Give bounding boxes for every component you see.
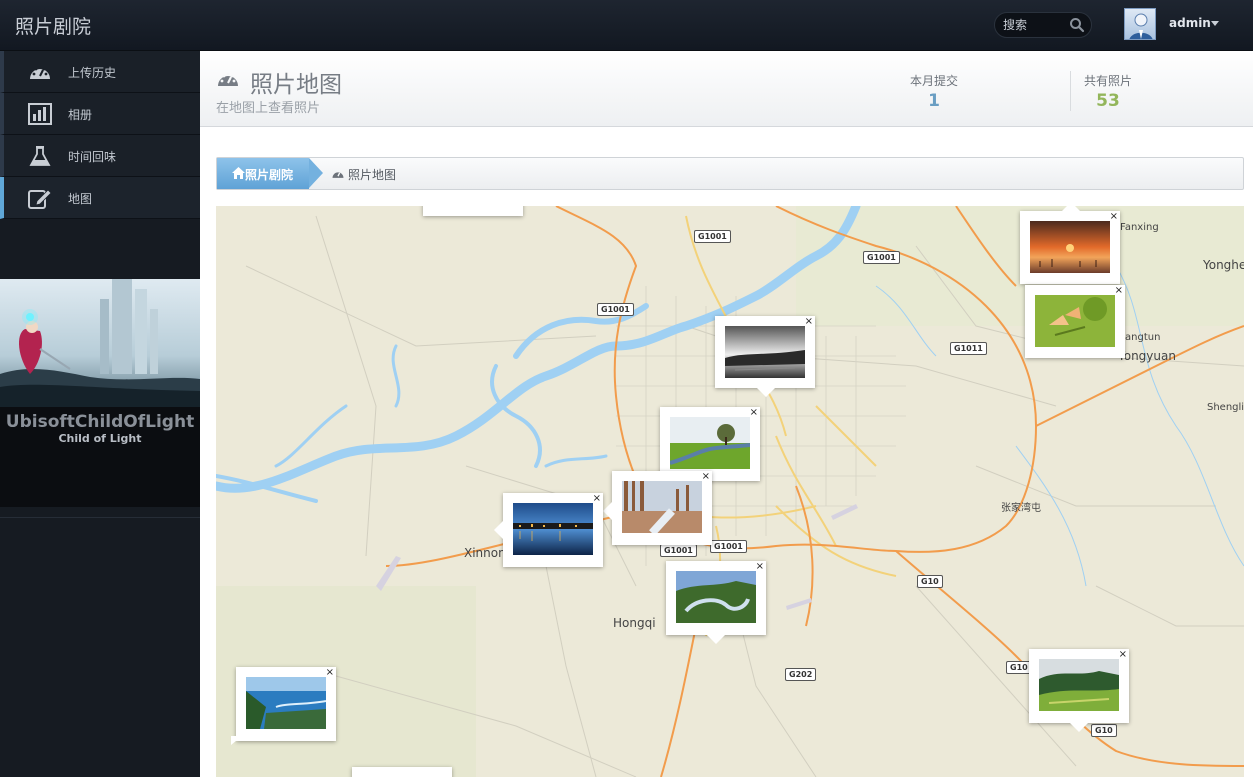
close-icon[interactable]: ×	[756, 561, 764, 573]
page-header: 照片地图 在地图上查看照片 本月提交 1 共有照片 53	[200, 51, 1253, 127]
search-input[interactable]	[1003, 17, 1063, 33]
photo-thumbnail[interactable]	[513, 503, 593, 555]
top-navbar: 照片剧院 admin	[0, 0, 1253, 51]
avatar[interactable]	[1124, 8, 1156, 40]
photo-thumbnail[interactable]	[246, 677, 326, 729]
banner-subtitle: Child of Light	[58, 432, 142, 445]
bar-chart-icon	[28, 103, 52, 125]
close-icon[interactable]: ×	[702, 471, 710, 483]
marker-pointer	[231, 736, 242, 745]
road-shield: G1001	[660, 544, 697, 557]
place-label: Yonghe	[1203, 258, 1244, 272]
dashboard-icon	[218, 72, 238, 86]
marker-pointer	[603, 502, 612, 520]
search-box	[994, 12, 1092, 38]
place-label: angtun	[1125, 332, 1161, 343]
road-shield: G10	[1006, 661, 1032, 674]
photo-marker[interactable]: ×	[1025, 285, 1125, 358]
sidebar: 上传历史 相册 时间回味 地图 UbisoftChildOfLight Chil…	[0, 51, 200, 777]
sidebar-item-time[interactable]: 时间回味	[0, 135, 200, 177]
sidebar-item-upload-history[interactable]: 上传历史	[0, 51, 200, 93]
sidebar-item-map[interactable]: 地图	[0, 177, 200, 219]
dashboard-icon	[30, 65, 50, 79]
road-shield: G10	[1091, 724, 1117, 737]
sidebar-item-albums[interactable]: 相册	[0, 93, 200, 135]
close-icon[interactable]: ×	[805, 316, 813, 328]
road-shield: G1001	[597, 303, 634, 316]
stat-value: 1	[928, 91, 940, 111]
stat-label: 本月提交	[909, 74, 958, 88]
sidebar-item-label: 相册	[68, 108, 93, 122]
photo-thumbnail[interactable]	[725, 326, 805, 378]
marker-pointer	[1062, 206, 1080, 211]
marker-pointer	[494, 521, 503, 539]
stat-label: 共有照片	[1083, 74, 1132, 88]
page-subtitle: 在地图上查看照片	[216, 101, 321, 116]
user-name[interactable]: admin	[1169, 16, 1211, 30]
sidebar-divider	[0, 517, 200, 518]
photo-marker[interactable]: ×	[660, 407, 760, 481]
stat-value: 53	[1096, 91, 1120, 111]
road-shield: G1011	[950, 342, 987, 355]
marker-pointer	[1070, 723, 1088, 732]
photo-marker[interactable]	[352, 767, 452, 777]
stat-total-photos: 共有照片 53	[1068, 72, 1148, 111]
place-label: Fanxing	[1120, 222, 1159, 233]
dashboard-icon	[332, 172, 344, 178]
sidebar-item-label: 时间回味	[68, 150, 117, 164]
edit-icon	[28, 189, 52, 209]
chevron-down-icon[interactable]	[1211, 21, 1219, 26]
photo-thumbnail[interactable]	[1030, 221, 1110, 273]
marker-pointer	[757, 388, 775, 397]
stat-monthly-submissions: 本月提交 1	[894, 72, 974, 111]
banner-title: UbisoftChildOfLight	[5, 412, 195, 432]
photo-marker[interactable]: ×	[1020, 211, 1120, 284]
breadcrumb-separator	[309, 158, 323, 188]
road-shield: G1001	[863, 251, 900, 264]
road-shield: G10	[917, 575, 943, 588]
breadcrumb-home[interactable]: 照片剧院	[217, 158, 309, 189]
photo-marker[interactable]: ×	[503, 493, 603, 567]
photo-thumbnail[interactable]	[1035, 295, 1115, 347]
close-icon[interactable]: ×	[593, 493, 601, 505]
home-icon	[232, 167, 245, 179]
breadcrumb: 照片剧院 照片地图	[216, 157, 1244, 190]
app-brand[interactable]: 照片剧院	[15, 12, 91, 39]
marker-pointer	[707, 635, 725, 644]
photo-map[interactable]: Fanxing Yonghe angtun Yongyuan Shengli 张…	[216, 206, 1244, 777]
close-icon[interactable]: ×	[750, 407, 758, 419]
photo-marker[interactable]	[423, 206, 523, 216]
photo-marker[interactable]: ×	[715, 316, 815, 388]
photo-marker[interactable]: ×	[1029, 649, 1129, 723]
sidebar-item-label: 上传历史	[68, 66, 117, 80]
road-shield: G1001	[694, 230, 731, 243]
photo-thumbnail[interactable]	[670, 417, 750, 469]
breadcrumb-home-label: 照片剧院	[245, 168, 294, 182]
road-shield: G1001	[710, 540, 747, 553]
close-icon[interactable]: ×	[326, 667, 334, 679]
flask-icon	[29, 146, 51, 166]
place-label: Hongqi	[613, 616, 656, 630]
photo-marker[interactable]: ×	[666, 561, 766, 635]
sidebar-banner: UbisoftChildOfLight Child of Light	[0, 279, 200, 507]
search-icon[interactable]	[1069, 17, 1085, 33]
place-label: Shengli	[1207, 402, 1244, 413]
photo-marker[interactable]: ×	[612, 471, 712, 545]
photo-thumbnail[interactable]	[1039, 659, 1119, 711]
place-label: Xinnon	[464, 546, 506, 560]
close-icon[interactable]: ×	[1110, 211, 1118, 223]
banner-artwork	[0, 279, 200, 407]
breadcrumb-current: 照片地图	[348, 168, 397, 182]
place-label: 张家湾屯	[1001, 503, 1041, 514]
photo-marker[interactable]: ×	[236, 667, 336, 741]
place-label: Yongyuan	[1118, 349, 1176, 363]
sidebar-item-label: 地图	[68, 192, 93, 206]
photo-thumbnail[interactable]	[676, 571, 756, 623]
close-icon[interactable]: ×	[1119, 649, 1127, 661]
photo-thumbnail[interactable]	[622, 481, 702, 533]
close-icon[interactable]: ×	[1115, 285, 1123, 297]
road-shield: G202	[785, 668, 817, 681]
page-title: 照片地图	[250, 72, 342, 98]
